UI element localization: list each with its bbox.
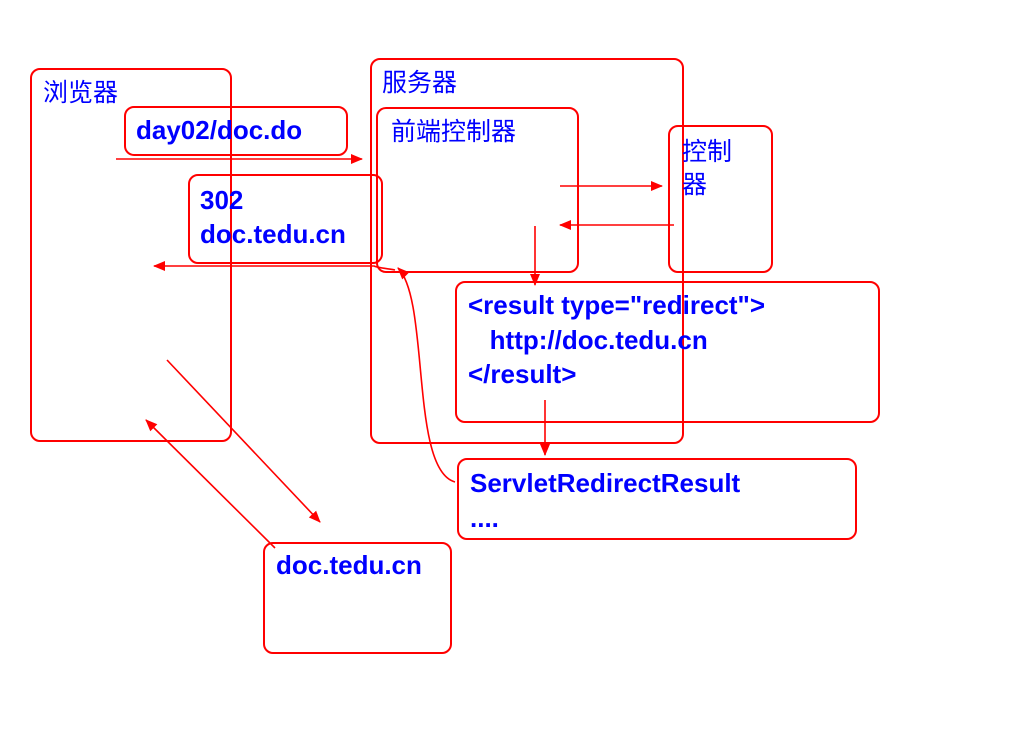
controller-label-line2: 器 <box>682 170 708 199</box>
request-url-text: day02/doc.do <box>136 115 303 145</box>
controller-label-line1: 控制 <box>682 137 733 166</box>
front-controller-label: 前端控制器 <box>391 117 517 146</box>
server-label: 服务器 <box>382 68 458 97</box>
arrow-redirect-back <box>397 267 456 483</box>
result-config-line3: </result> <box>468 359 577 389</box>
redirect-result-ellipsis-text: .... <box>470 503 499 533</box>
result-config-line2: http://doc.tedu.cn <box>468 325 708 355</box>
target-site-label: doc.tedu.cn <box>276 550 422 580</box>
result-config-line1: <result type="redirect"> <box>468 290 766 320</box>
browser-label: 浏览器 <box>43 78 119 107</box>
response-location-text: doc.tedu.cn <box>200 219 346 249</box>
response-status-text: 302 <box>200 185 244 215</box>
redirect-result-class-text: ServletRedirectResult <box>470 468 741 498</box>
arrow-from-target-site <box>145 419 276 549</box>
arrow-response <box>153 261 396 271</box>
arrow-to-target-site <box>166 359 321 523</box>
